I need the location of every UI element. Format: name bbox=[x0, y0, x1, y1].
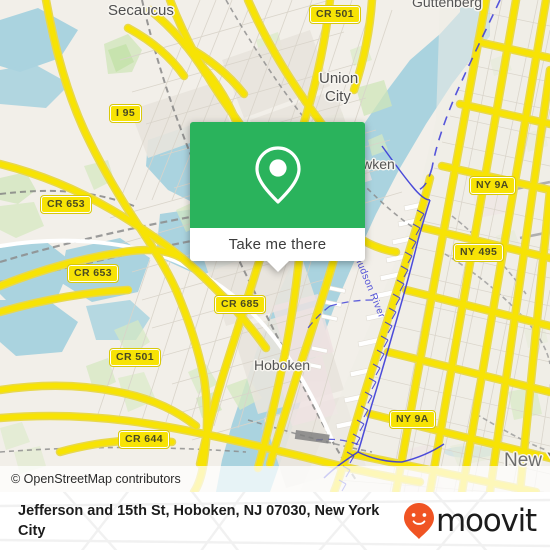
address-label: Jefferson and 15th St, Hoboken, NJ 07030… bbox=[18, 503, 380, 539]
shield-cr-501-mid[interactable]: CR 501 bbox=[108, 348, 162, 367]
moovit-logo[interactable]: moovit bbox=[403, 502, 537, 540]
popup-pointer-tail bbox=[266, 261, 289, 272]
map-canvas[interactable]: Hudson River Secaucus Guttenberg Union C… bbox=[0, 0, 550, 492]
shield-cr-653-lower[interactable]: CR 653 bbox=[66, 264, 120, 283]
location-popup-card[interactable]: Take me there bbox=[190, 122, 365, 272]
address-footer-bar: Jefferson and 15th St, Hoboken, NJ 07030… bbox=[0, 492, 550, 550]
shield-ny-9a-upper[interactable]: NY 9A bbox=[469, 176, 516, 195]
osm-attribution-text: © OpenStreetMap contributors bbox=[11, 472, 181, 486]
moovit-map-screenshot: Hudson River Secaucus Guttenberg Union C… bbox=[0, 0, 550, 550]
popup-header bbox=[190, 122, 365, 228]
popup-footer[interactable]: Take me there bbox=[190, 228, 365, 272]
moovit-wordmark: moovit bbox=[435, 502, 537, 539]
shield-cr-653-upper[interactable]: CR 653 bbox=[39, 195, 93, 214]
shield-cr-685[interactable]: CR 685 bbox=[213, 295, 267, 314]
shield-cr-501-top[interactable]: CR 501 bbox=[308, 5, 362, 24]
take-me-there-button[interactable]: Take me there bbox=[229, 236, 327, 253]
shield-i-95[interactable]: I 95 bbox=[108, 104, 143, 123]
moovit-smiley-pin-icon bbox=[403, 503, 434, 539]
shield-ny-495[interactable]: NY 495 bbox=[452, 243, 505, 262]
shield-cr-644[interactable]: CR 644 bbox=[117, 430, 171, 449]
shield-ny-9a-lower[interactable]: NY 9A bbox=[389, 410, 436, 429]
map-pin-icon bbox=[254, 146, 301, 204]
osm-attribution-bar: © OpenStreetMap contributors bbox=[0, 466, 550, 492]
